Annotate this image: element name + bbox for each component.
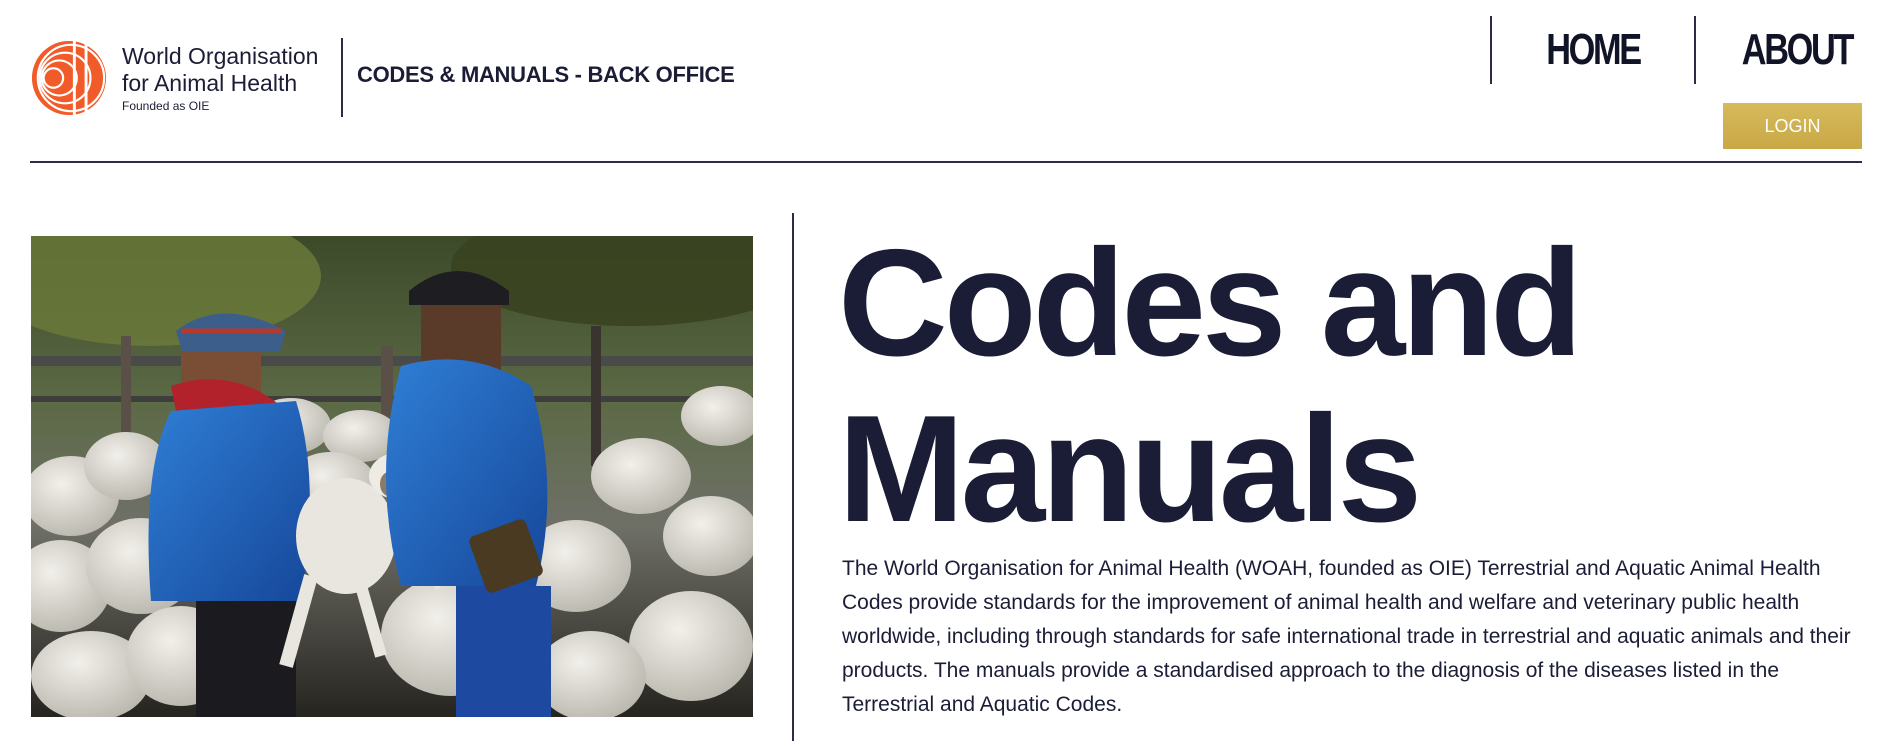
site-header: World Organisation for Animal Health Fou… (0, 0, 1878, 163)
site-title[interactable]: CODES & MANUALS - BACK OFFICE (357, 62, 735, 88)
login-button[interactable]: LOGIN (1723, 103, 1862, 149)
hero-divider (792, 213, 794, 741)
hero-title: Codes and Manuals (838, 218, 1583, 554)
logo-line-1: World Organisation (122, 42, 319, 69)
hero-title-line-2: Manuals (838, 384, 1422, 554)
header-divider (341, 38, 343, 117)
header-rule (30, 161, 1862, 163)
hero-description: The World Organisation for Animal Health… (842, 557, 1851, 716)
main-nav: HOME ABOUT (1490, 16, 1862, 84)
logo-founded-note: Founded as OIE (122, 98, 210, 113)
nav-divider (1694, 16, 1696, 84)
woah-logo-link[interactable]: World Organisation for Animal Health Fou… (30, 38, 318, 118)
hero-photo (31, 236, 753, 717)
hero-title-line-1: Codes and (838, 218, 1583, 388)
hero-photo-illustration (31, 236, 753, 717)
nav-divider (1490, 16, 1492, 84)
woah-logo-icon (31, 40, 107, 116)
logo-wordmark: World Organisation for Animal Health Fou… (122, 43, 318, 114)
logo-line-2: for Animal Health (122, 69, 298, 96)
nav-item-home[interactable]: HOME (1514, 16, 1672, 84)
nav-item-about[interactable]: ABOUT (1714, 16, 1855, 84)
